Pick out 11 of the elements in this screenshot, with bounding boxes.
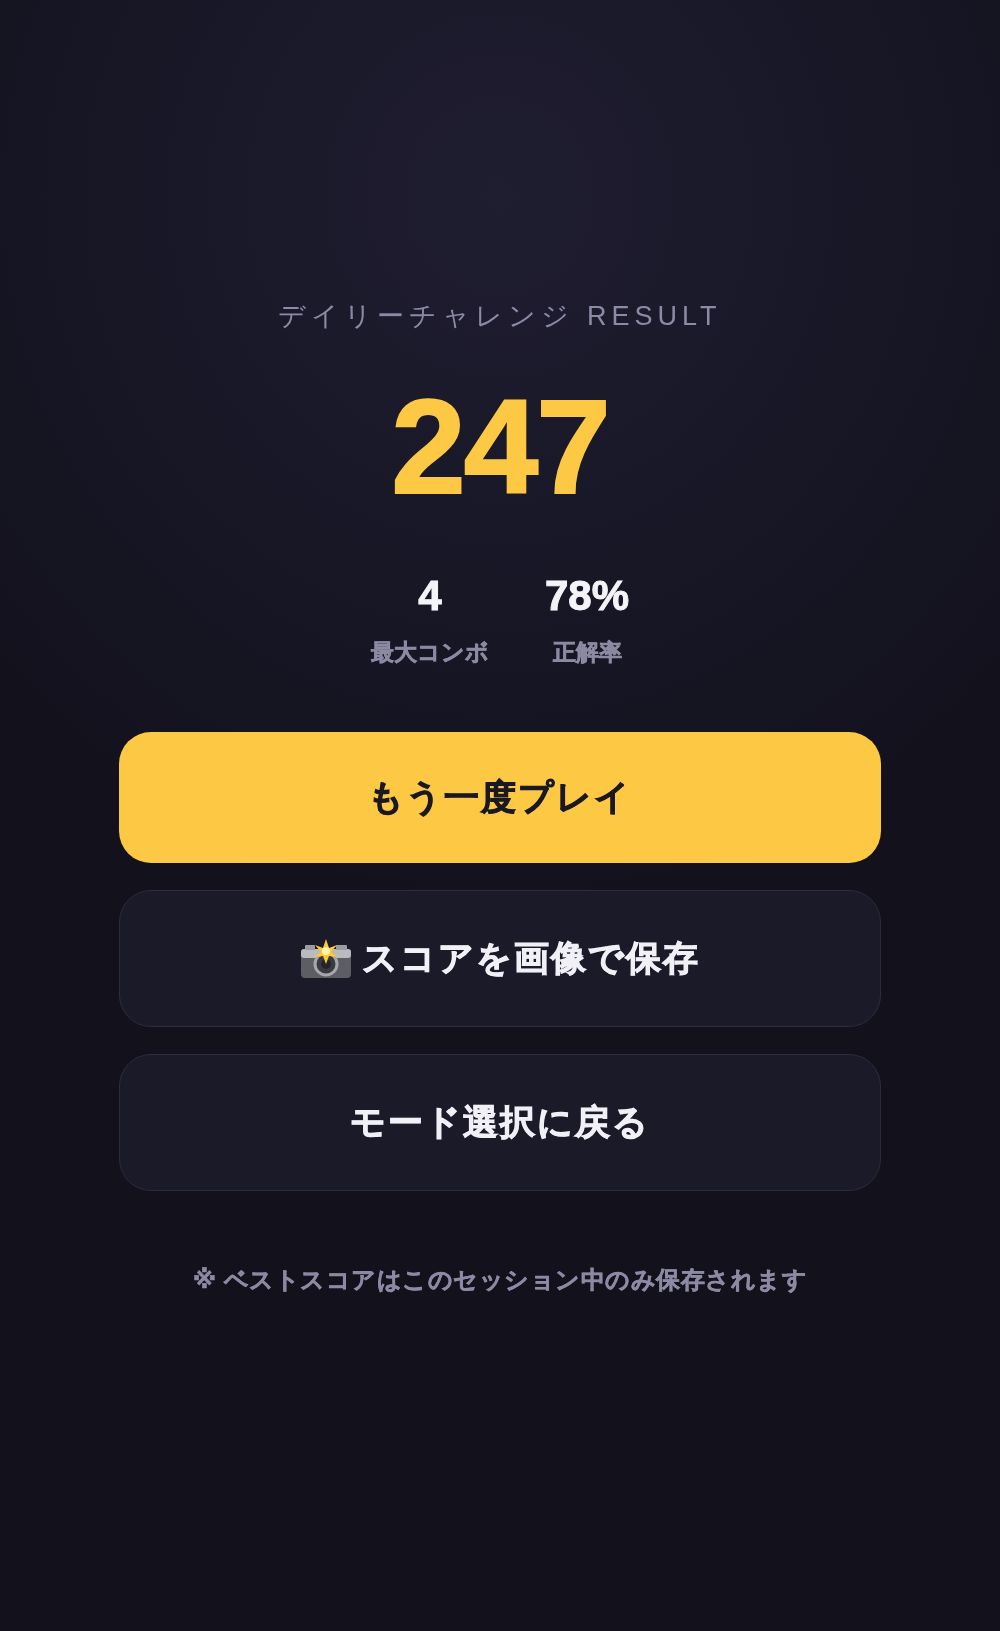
stat-label: 最大コンボ <box>370 638 489 666</box>
stat-value: 78% <box>544 572 630 620</box>
footnote: ※ ベストスコアはこのセッション中のみ保存されます <box>192 1265 808 1295</box>
back-to-modes-button[interactable]: モード選択に戻る <box>119 1054 881 1191</box>
stat-value: 4 <box>418 572 442 620</box>
camera-flash-icon <box>300 938 352 979</box>
save-image-button[interactable]: スコアを画像で保存 <box>119 890 881 1027</box>
result-heading: デイリーチャレンジ RESULT <box>278 300 722 332</box>
stat-label: 正解率 <box>552 638 622 666</box>
score-value: 247 <box>391 380 609 514</box>
play-again-button[interactable]: もう一度プレイ <box>119 732 881 863</box>
